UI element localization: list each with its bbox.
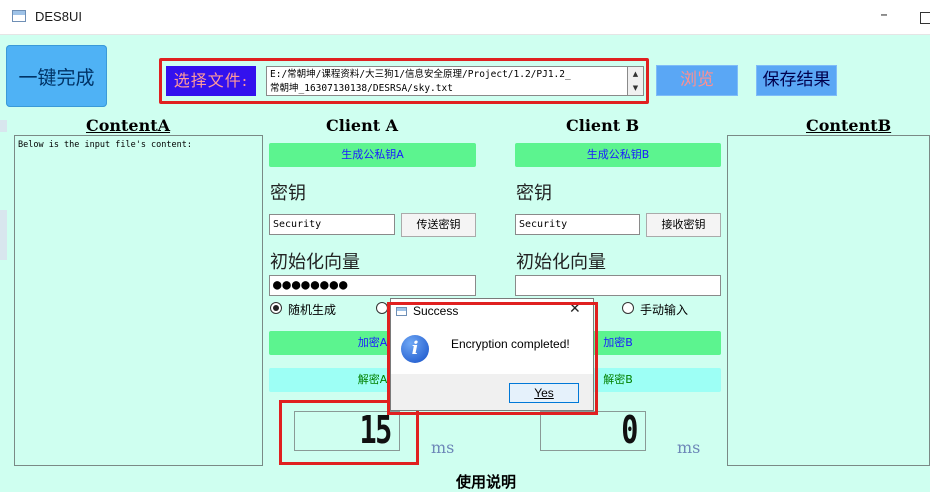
- save-results-button[interactable]: 保存结果: [756, 65, 837, 96]
- content-a-text: Below is the input file's content:: [18, 140, 192, 150]
- generate-keys-a-button[interactable]: 生成公私钥A: [269, 143, 476, 167]
- key-a-label: 密钥: [270, 183, 306, 204]
- content-a-heading: ContentA: [86, 116, 171, 135]
- iv-b-input[interactable]: [515, 275, 721, 296]
- dialog-highlight: [387, 302, 598, 415]
- title-bar: DES8UI –: [0, 0, 930, 35]
- maximize-icon[interactable]: [920, 12, 930, 24]
- time-b-unit: ms: [677, 438, 701, 457]
- content-b-heading: ContentB: [806, 116, 892, 135]
- random-generate-radio[interactable]: [270, 302, 282, 314]
- iv-a-label: 初始化向量: [270, 252, 360, 273]
- app-window-icon: [12, 10, 26, 22]
- content-a-textarea[interactable]: Below is the input file's content:: [14, 135, 263, 466]
- scroll-down-icon[interactable]: ▼: [628, 81, 643, 95]
- scroll-up-icon[interactable]: ▲: [628, 67, 643, 81]
- background-window-edge: [0, 120, 7, 132]
- generate-keys-b-button[interactable]: 生成公私钥B: [515, 143, 721, 167]
- window-title: DES8UI: [35, 9, 82, 24]
- time-b-display: 0: [540, 408, 646, 452]
- client-b-heading: Client B: [566, 116, 640, 135]
- client-a-heading: Client A: [326, 116, 399, 135]
- minimize-icon[interactable]: –: [876, 6, 892, 22]
- time-b-value: 0: [621, 408, 638, 452]
- key-b-label: 密钥: [516, 183, 552, 204]
- time-a-unit: ms: [431, 438, 455, 457]
- manual-input-b-radio[interactable]: [622, 302, 634, 314]
- key-a-input[interactable]: Security: [269, 214, 395, 235]
- content-b-textarea[interactable]: [727, 135, 930, 466]
- key-b-input[interactable]: Security: [515, 214, 640, 235]
- receive-key-button[interactable]: 接收密钥: [646, 213, 721, 237]
- file-path-field[interactable]: E:/常朝坤/课程资料/大三狗1/信息安全原理/Project/1.2/PJ1.…: [266, 66, 628, 96]
- file-path-scrollbar[interactable]: ▲ ▼: [628, 66, 644, 96]
- usage-instructions-link[interactable]: 使用说明: [456, 471, 516, 492]
- file-select-label: 选择文件:: [166, 66, 256, 96]
- manual-input-b-label: 手动输入: [640, 303, 689, 317]
- background-window-edge: [0, 210, 7, 260]
- browse-button[interactable]: 浏览: [656, 65, 738, 96]
- iv-a-input[interactable]: ●●●●●●●●: [269, 275, 476, 296]
- iv-b-label: 初始化向量: [516, 252, 606, 273]
- one-click-button[interactable]: 一键完成: [6, 45, 107, 107]
- send-key-button[interactable]: 传送密钥: [401, 213, 476, 237]
- random-generate-label: 随机生成: [288, 303, 337, 317]
